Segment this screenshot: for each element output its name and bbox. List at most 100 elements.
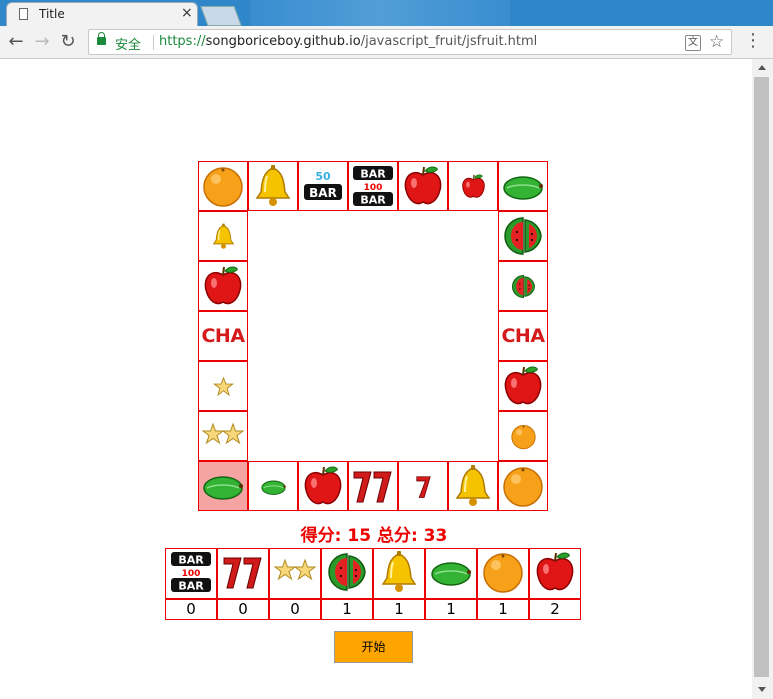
bet-button-melon[interactable] [425,548,477,599]
translate-icon[interactable]: 文 [685,35,701,51]
url-scheme: https:// [159,34,206,49]
secure-label: 安全 [115,38,142,53]
apple-icon [201,264,245,308]
bell-icon [210,223,237,250]
board-cell-watermelon [498,261,548,311]
svg-text:BAR: BAR [178,579,204,592]
url-path: /javascript_fruit/jsfruit.html [360,34,538,49]
bar50-icon: 50 BAR [301,164,345,208]
bet-button-bell[interactable] [373,548,425,599]
svg-text:BAR: BAR [309,186,337,200]
apple-icon [401,164,445,208]
apple-icon [501,364,545,408]
board-cell-watermelon [498,211,548,261]
star-icon [210,373,237,400]
bet-button-watermelon[interactable] [321,548,373,599]
address-bar[interactable]: 安全 https://songboriceboy.github.io/javas… [88,29,732,55]
board-cell-orange [498,411,548,461]
document-icon [19,8,28,20]
board-cell-melon [198,461,248,511]
board-cell-cha: CHA [498,311,548,361]
cha-label: CHA [201,325,245,347]
bet-count-bar100: 0 [165,599,217,620]
star-icon [201,414,245,458]
tab-title: Title [39,7,65,21]
bell-icon [251,164,295,208]
browser-toolbar: ← → ↻ 安全 https://songboriceboy.github.io… [0,26,773,59]
bet-count-orange: 1 [477,599,529,620]
star-icon [273,550,317,598]
scroll-up-arrow-icon[interactable] [758,65,766,70]
board-cell-cha: CHA [198,311,248,361]
board-cell-bell [198,211,248,261]
orange-icon [510,423,537,450]
svg-text:100: 100 [364,183,383,193]
bell-icon [451,464,495,508]
board-cell-apple [448,161,498,211]
bet-button-apple[interactable] [529,548,581,599]
start-button[interactable]: 开始 [334,631,413,663]
bet-count-bell: 1 [373,599,425,620]
board-cell-star [198,361,248,411]
menu-kebab-icon[interactable]: ⋮ [744,30,762,51]
url-host: songboriceboy.github.io [205,34,361,49]
melon-icon [201,464,245,508]
melon-icon [501,164,545,208]
new-tab-button[interactable] [200,6,242,26]
board-cell-star [198,411,248,461]
board-cell-melon [498,161,548,211]
tab-strip-background [250,0,510,26]
bookmark-star-icon[interactable]: ☆ [709,32,724,52]
board-cell-orange [498,461,548,511]
reload-icon[interactable]: ↻ [56,30,80,54]
board-cell-apple [398,161,448,211]
board-cell-melon [248,461,298,511]
bet-button-bar100[interactable]: BAR 100 BAR [165,548,217,599]
svg-text:BAR: BAR [360,194,386,207]
seven-icon [351,464,395,508]
bet-count-watermelon: 1 [321,599,373,620]
board-cell-apple [198,261,248,311]
apple-icon [301,464,345,508]
bar100-icon: BAR 100 BAR [169,550,213,598]
seven-icon [221,550,265,598]
orange-icon [201,164,245,208]
page-viewport: 50 BAR BAR 100 BAR CHA CHA 得分: 15 总分: 33 BAR 10… [0,59,752,699]
bell-icon [377,550,421,598]
watermelon-icon [510,273,537,300]
board-cell-bar50: 50 BAR [298,161,348,211]
bet-count-apple: 2 [529,599,581,620]
lock-icon [97,32,106,45]
scroll-thumb[interactable] [754,77,769,677]
board-cell-seven [348,461,398,511]
apple-icon [533,550,577,598]
svg-text:BAR: BAR [178,553,204,566]
orange-icon [501,464,545,508]
bet-count-melon: 1 [425,599,477,620]
browser-tab[interactable]: Title × [6,2,198,26]
seven-icon [410,473,437,500]
bet-button-star[interactable] [269,548,321,599]
apple-icon [460,173,487,200]
bet-button-seven[interactable] [217,548,269,599]
close-tab-icon[interactable]: × [181,5,193,21]
board-cell-orange [198,161,248,211]
game-board: 50 BAR BAR 100 BAR CHA CHA [198,161,550,513]
melon-icon [429,550,473,598]
watermelon-icon [501,214,545,258]
svg-text:100: 100 [182,569,201,579]
board-cell-apple [498,361,548,411]
svg-text:50: 50 [315,170,331,183]
url-text[interactable]: https://songboriceboy.github.io/javascri… [159,34,537,49]
board-cell-seven [398,461,448,511]
forward-arrow-icon[interactable]: → [30,30,54,54]
scroll-down-arrow-icon[interactable] [758,687,766,692]
watermelon-icon [325,550,369,598]
bet-count-star: 0 [269,599,321,620]
cha-label: CHA [501,325,545,347]
board-cell-bar100: BAR 100 BAR [348,161,398,211]
bet-button-orange[interactable] [477,548,529,599]
tab-strip: Title × [0,0,773,26]
vertical-scrollbar[interactable] [752,59,773,699]
back-arrow-icon[interactable]: ← [4,30,28,54]
